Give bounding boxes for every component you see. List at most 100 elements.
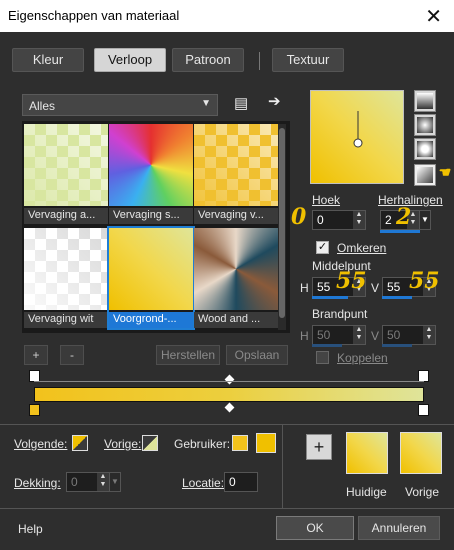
location-label: Locatie:	[182, 476, 225, 490]
focus-h-value: 50	[317, 328, 331, 342]
previous-swatch-label: Vorige	[405, 485, 440, 499]
gallery-item[interactable]: Vervaging wit	[24, 228, 108, 328]
current-gradient-swatch[interactable]	[346, 432, 388, 474]
midpoint-h-slider-bar[interactable]	[312, 296, 348, 299]
tab-textuur[interactable]: Textuur	[272, 48, 344, 72]
location-value: 0	[229, 475, 236, 489]
category-dropdown[interactable]: Alles ▼	[22, 94, 218, 116]
previous-label: Vorige:	[104, 437, 142, 451]
gallery-scrollbar[interactable]	[278, 124, 286, 330]
ok-button[interactable]: OK	[276, 516, 354, 540]
user-color-picker[interactable]	[256, 433, 276, 453]
gallery-item-label: Vervaging wit	[24, 312, 108, 328]
angle-field[interactable]: 0 ▲ ▼	[312, 210, 366, 230]
tab-kleur[interactable]: Kleur	[12, 48, 84, 72]
tab-verloop[interactable]: Verloop	[94, 48, 166, 72]
linear-gradient-button[interactable]	[414, 90, 436, 112]
midpoint-v-slider-bar[interactable]	[382, 296, 412, 299]
help-link[interactable]: Help	[18, 522, 43, 536]
tab-patroon[interactable]: Patroon	[172, 48, 244, 72]
scrollbar-thumb[interactable]	[279, 128, 285, 318]
invert-label: Omkeren	[337, 241, 387, 255]
cancel-button[interactable]: Annuleren	[358, 516, 440, 540]
arrow-right-icon[interactable]: ➔	[268, 92, 281, 110]
title-bar: Eigenschappen van materiaal ✕	[0, 0, 454, 32]
midpoint-v-annotation: 55	[409, 268, 440, 294]
angle-value: 0	[317, 213, 324, 227]
gallery-view-icon[interactable]: ▤	[234, 94, 248, 112]
gradient-thumbnail	[24, 124, 108, 206]
gallery-item-label: Vervaging a...	[24, 208, 108, 224]
gradient-thumbnail	[194, 124, 278, 206]
gradient-bar[interactable]	[34, 387, 424, 402]
angle-label: Hoek	[312, 193, 341, 207]
previous-color-button[interactable]	[142, 435, 158, 451]
color-stop-end[interactable]	[418, 404, 429, 416]
midpoint-h-value: 55	[317, 280, 331, 294]
current-label: Huidige	[346, 485, 387, 499]
repeats-dropdown-icon[interactable]: ▼	[419, 210, 431, 230]
footer-divider	[0, 508, 454, 509]
midpoint-h-annotation: 55	[336, 268, 367, 294]
sunburst-gradient-button[interactable]	[414, 164, 436, 186]
gradient-gallery: Vervaging a... Vervaging s... Vervaging …	[22, 121, 290, 333]
close-icon[interactable]: ✕	[425, 4, 442, 29]
opacity-field[interactable]: 0 ▲ ▼ ▼	[66, 472, 121, 492]
tab-separator	[259, 52, 260, 70]
previous-gradient-swatch[interactable]	[400, 432, 442, 474]
opacity-label: Dekking:	[14, 476, 61, 490]
user-color-swatch[interactable]	[232, 435, 248, 451]
gallery-item[interactable]: Vervaging v...	[194, 124, 278, 224]
focus-label: Brandpunt	[312, 307, 368, 321]
rectangular-style-icon	[417, 117, 433, 133]
gallery-item[interactable]: Vervaging s...	[109, 124, 193, 224]
gradient-thumbnail	[24, 228, 108, 310]
radial-gradient-button[interactable]	[414, 138, 436, 160]
focus-v-label: V	[371, 329, 380, 343]
add-gradient-button[interactable]: +	[24, 345, 48, 365]
focus-v-slider-bar[interactable]	[382, 344, 412, 347]
section-divider-vertical	[282, 424, 283, 508]
gradient-thumbnail	[194, 228, 278, 310]
focus-h-label: H	[300, 329, 309, 343]
category-value: Alles	[29, 99, 56, 113]
rectangular-gradient-button[interactable]	[414, 114, 436, 136]
focus-h-field[interactable]: 50 ▲ ▼	[312, 325, 366, 345]
gallery-item[interactable]: Vervaging a...	[24, 124, 108, 224]
section-divider	[0, 424, 454, 425]
repeats-annotation: 2	[396, 204, 412, 230]
color-midpoint-marker[interactable]	[224, 402, 235, 413]
midpoint-h-label: H	[300, 281, 309, 295]
chevron-down-icon: ▼	[201, 98, 211, 109]
next-color-button[interactable]	[72, 435, 88, 451]
gallery-item-selected[interactable]: Voorgrond-...	[107, 226, 195, 330]
user-label: Gebruiker:	[174, 437, 231, 451]
gradient-preview[interactable]	[310, 90, 404, 184]
add-swatch-button[interactable]: +	[306, 434, 332, 460]
pointer-hand-icon: ☚	[437, 165, 450, 181]
focus-h-spinner[interactable]: ▲ ▼	[353, 326, 365, 344]
color-stop-start[interactable]	[29, 404, 40, 416]
save-button[interactable]: Opslaan	[226, 345, 288, 365]
angle-spinner[interactable]: ▲ ▼	[353, 211, 365, 229]
link-label: Koppelen	[337, 351, 388, 365]
restore-button[interactable]: Herstellen	[156, 345, 220, 365]
opacity-dropdown-icon[interactable]: ▼	[109, 472, 121, 492]
location-field[interactable]: 0	[224, 472, 258, 492]
radial-style-icon	[417, 141, 433, 157]
gallery-item-label: Vervaging s...	[109, 208, 193, 224]
invert-checkbox[interactable]: ✓	[316, 241, 329, 254]
link-checkbox[interactable]	[316, 351, 329, 364]
gallery-item[interactable]: Wood and ...	[194, 228, 278, 328]
sunburst-style-icon	[417, 167, 433, 183]
opacity-midpoint-marker[interactable]	[224, 374, 235, 385]
repeats-slider-bar[interactable]	[380, 230, 420, 233]
focus-h-slider-bar[interactable]	[312, 344, 342, 347]
opacity-spinner[interactable]: ▲ ▼	[97, 473, 109, 491]
remove-gradient-button[interactable]: -	[60, 345, 84, 365]
window-title: Eigenschappen van materiaal	[8, 8, 180, 23]
focus-v-spinner[interactable]: ▲ ▼	[423, 326, 435, 344]
focus-v-field[interactable]: 50 ▲ ▼	[382, 325, 436, 345]
opacity-track	[34, 381, 424, 382]
angle-annotation: 0	[291, 204, 307, 230]
